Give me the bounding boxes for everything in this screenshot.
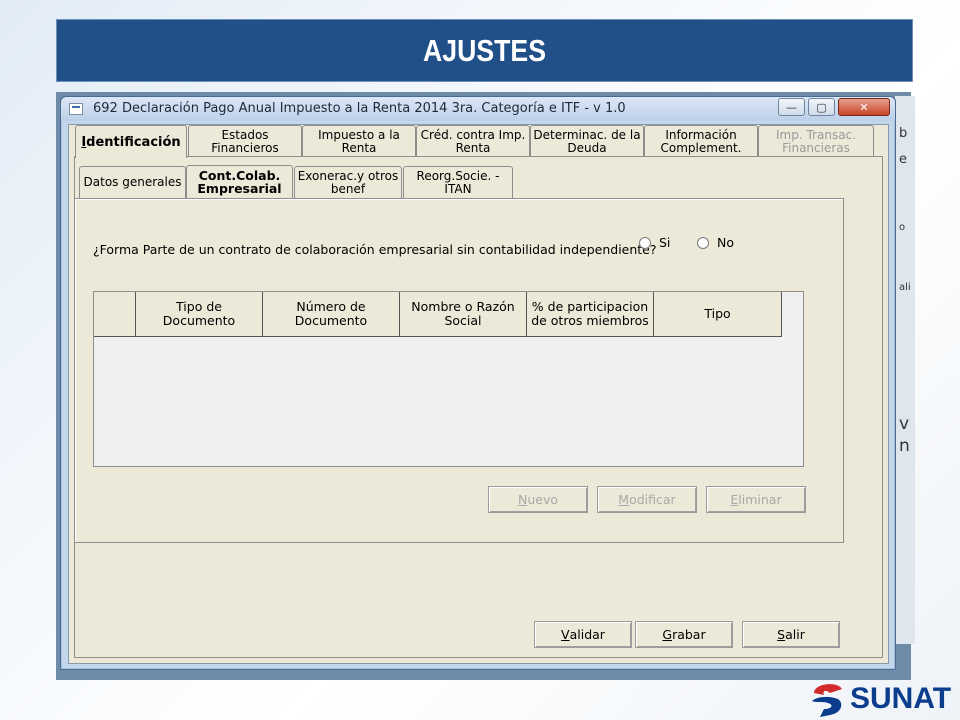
window-titlebar[interactable]: 692 Declaración Pago Anual Impuesto a la… — [61, 97, 895, 121]
application-window: 692 Declaración Pago Anual Impuesto a la… — [60, 96, 896, 670]
tab-label-line2: Renta — [341, 140, 377, 155]
subtab-label-line2: benef — [330, 181, 366, 196]
grid-header-tipo-documento: Tipo de Documento — [136, 292, 263, 337]
salir-button[interactable]: Salir — [742, 621, 840, 648]
nuevo-button: Nuevo — [488, 486, 588, 513]
grid-header-porcentaje-participacion: % de participacion de otros miembros — [527, 292, 654, 337]
subtab-label-line1: Exonerac.y otros — [297, 168, 399, 183]
grid-header: Tipo de Documento Número de Documento Nom… — [94, 292, 782, 337]
radio-no-label: No — [717, 235, 734, 250]
participants-grid[interactable]: Tipo de Documento Número de Documento Nom… — [93, 291, 804, 467]
window-title: 692 Declaración Pago Anual Impuesto a la… — [93, 101, 626, 116]
radio-si[interactable]: Si — [639, 235, 670, 250]
strip-text: b — [899, 126, 908, 141]
tab-label-line2: Financieras — [782, 140, 850, 155]
radio-circle-icon[interactable] — [639, 236, 651, 249]
tab-label-line2: Complement. — [660, 140, 742, 155]
tab-imp-transac-financieras: Imp. Transac. Financieras — [758, 125, 874, 157]
grid-header-selector — [94, 292, 136, 337]
window-client-area: Identificación Estados Financieros Impues… — [68, 124, 889, 664]
radio-si-label: Si — [659, 235, 671, 250]
tab-label-line1: Determinac. de la — [533, 127, 641, 142]
sunat-logo-text: SUNAT — [850, 682, 952, 715]
sunat-logo: SUNAT — [808, 678, 960, 720]
tab-informacion-complementaria[interactable]: Información Complement. — [644, 125, 758, 157]
subtab-label-line2: Empresarial — [197, 181, 282, 196]
strip-text: v — [899, 414, 910, 434]
maximize-icon: ▢ — [816, 100, 827, 114]
tab-label-line1: Impuesto a la — [318, 127, 400, 142]
subtab-datos-generales[interactable]: Datos generales — [79, 166, 186, 198]
close-icon: ✕ — [859, 100, 869, 114]
strip-text: e — [899, 152, 907, 167]
eliminar-button: Eliminar — [706, 486, 806, 513]
grabar-button[interactable]: Grabar — [635, 621, 733, 648]
tab-label-line1: Créd. contra Imp. — [420, 127, 526, 142]
modificar-button: Modificar — [597, 486, 697, 513]
subtab-panel-cont-colab: ¿Forma Parte de un contrato de colaborac… — [74, 198, 844, 543]
tab-impuesto-renta[interactable]: Impuesto a la Renta — [302, 125, 416, 157]
subtab-cont-colab-empresarial[interactable]: Cont.Colab. Empresarial — [186, 165, 293, 198]
radio-circle-icon[interactable] — [697, 236, 709, 249]
tab-label-line2: Deuda — [567, 140, 607, 155]
minimize-button[interactable]: — — [778, 98, 805, 116]
minimize-icon: — — [786, 100, 797, 114]
subtab-reorg-socie-itan[interactable]: Reorg.Socie. - ITAN — [403, 166, 513, 198]
app-icon — [69, 103, 83, 115]
slide-title-bar: AJUSTES — [56, 19, 913, 82]
subtab-label: Datos generales — [83, 175, 182, 189]
strip-text: o — [899, 222, 906, 233]
slide-title: AJUSTES — [423, 32, 546, 68]
strip-text: n — [899, 436, 910, 456]
tab-estados-financieros[interactable]: Estados Financieros — [188, 125, 302, 157]
tab-label-line2: Renta — [455, 140, 491, 155]
strip-text: ali — [899, 282, 911, 293]
tab-label-line2: Financieros — [211, 140, 279, 155]
close-button[interactable]: ✕ — [838, 98, 890, 116]
radio-no[interactable]: No — [697, 235, 734, 250]
grid-header-numero-documento: Número de Documento — [263, 292, 400, 337]
tab-label-line1: Estados — [221, 127, 269, 142]
grid-header-tipo: Tipo — [654, 292, 782, 337]
tab-panel-identificacion: Datos generales Cont.Colab. Empresarial E… — [74, 156, 883, 658]
maximize-button[interactable]: ▢ — [808, 98, 835, 116]
tab-label-line1: Información — [665, 127, 737, 142]
tab-credito-contra-impuesto[interactable]: Créd. contra Imp. Renta — [416, 125, 530, 157]
tab-identificacion[interactable]: Identificación — [75, 125, 187, 158]
subtab-exoneraciones[interactable]: Exonerac.y otros benef — [294, 166, 402, 198]
background-window-strip: b e o ali v n — [895, 96, 915, 644]
subtab-label-line2: ITAN — [444, 181, 472, 196]
subtab-label-line1: Reorg.Socie. - — [416, 168, 500, 183]
question-label: ¿Forma Parte de un contrato de colaborac… — [93, 242, 657, 257]
tab-determinacion-deuda[interactable]: Determinac. de la Deuda — [530, 125, 644, 157]
grid-header-nombre-razon-social: Nombre o Razón Social — [400, 292, 527, 337]
sunat-emblem-icon — [812, 684, 842, 717]
validar-button[interactable]: Validar — [534, 621, 632, 648]
tab-label: dentificación — [86, 134, 181, 150]
tab-label-line1: Imp. Transac. — [776, 127, 856, 142]
